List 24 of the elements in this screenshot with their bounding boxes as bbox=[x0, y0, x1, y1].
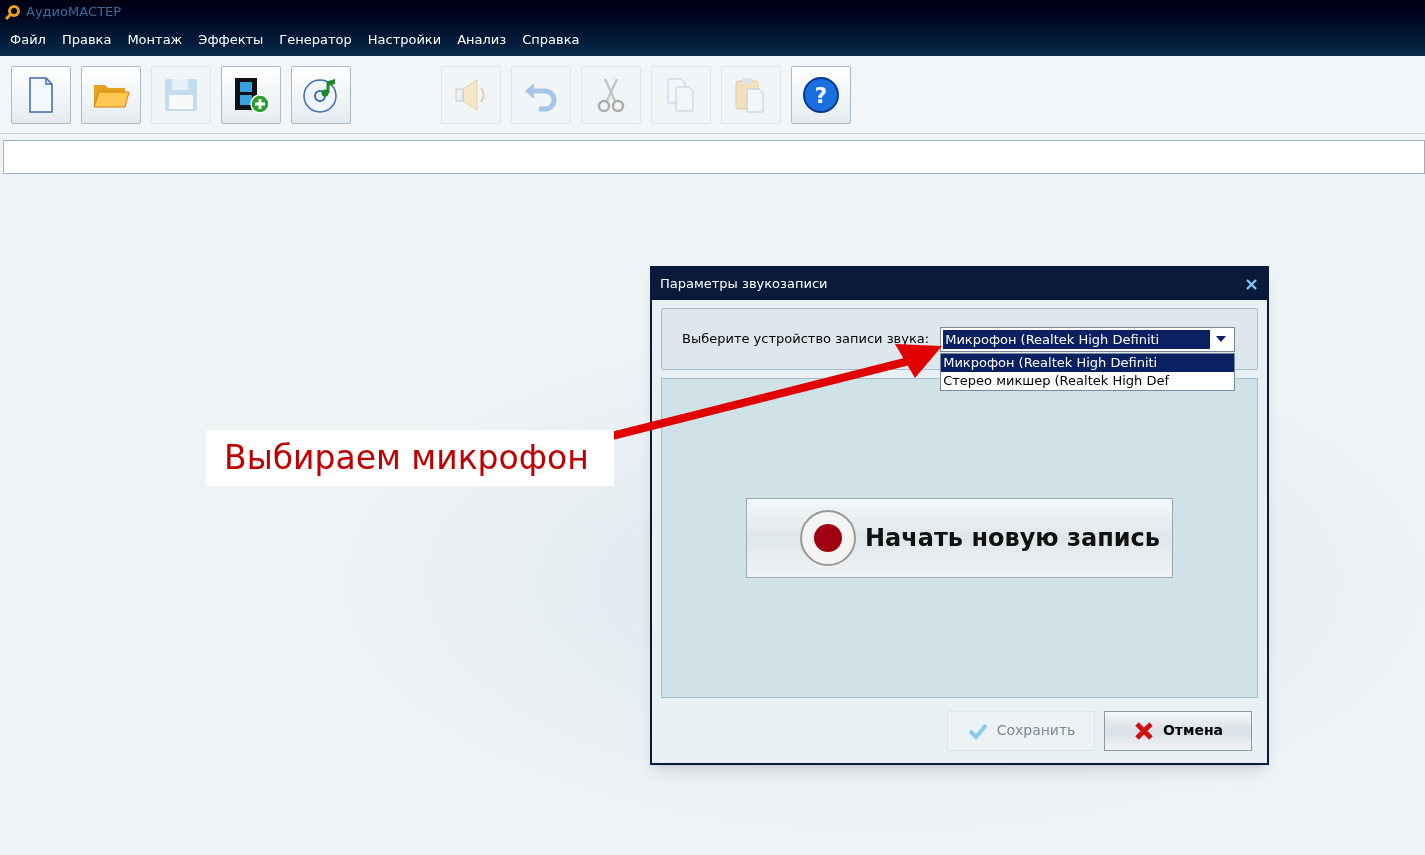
dropdown-option[interactable]: Микрофон (Realtek High Definiti bbox=[941, 353, 1235, 372]
menu-item[interactable]: Правка bbox=[53, 30, 120, 50]
record-icon bbox=[799, 509, 857, 567]
cross-icon bbox=[1132, 719, 1155, 742]
app-logo-icon bbox=[4, 3, 22, 21]
dialog-title: Параметры звукозаписи bbox=[660, 275, 828, 294]
close-button[interactable]: × bbox=[1243, 275, 1259, 293]
menu-item[interactable]: Файл bbox=[2, 30, 54, 50]
dropdown-arrow-icon bbox=[1216, 336, 1227, 342]
menu-item[interactable]: Справка bbox=[514, 30, 588, 50]
window-title: АудиоМАСТЕР bbox=[26, 3, 122, 22]
record-button[interactable]: Начать новую запись bbox=[746, 498, 1173, 578]
help-icon: ? bbox=[801, 74, 841, 115]
device-label: Выберите устройство записи звука: bbox=[682, 330, 930, 349]
annotation-callout: Выбираем микрофон bbox=[206, 430, 614, 486]
menu-item[interactable]: Эффекты bbox=[190, 30, 272, 50]
menu-item[interactable]: Настройки bbox=[359, 30, 450, 50]
cancel-button[interactable]: Отмена bbox=[1104, 710, 1252, 751]
menu-item[interactable]: Анализ bbox=[449, 30, 515, 50]
menu-item[interactable]: Монтаж bbox=[119, 30, 191, 50]
toolbar-button[interactable]: ? bbox=[791, 65, 851, 124]
toolbar-button[interactable] bbox=[221, 65, 281, 124]
menu-item[interactable]: Генератор bbox=[271, 30, 360, 50]
selected-device: Микрофон (Realtek High Definiti bbox=[943, 329, 1211, 349]
